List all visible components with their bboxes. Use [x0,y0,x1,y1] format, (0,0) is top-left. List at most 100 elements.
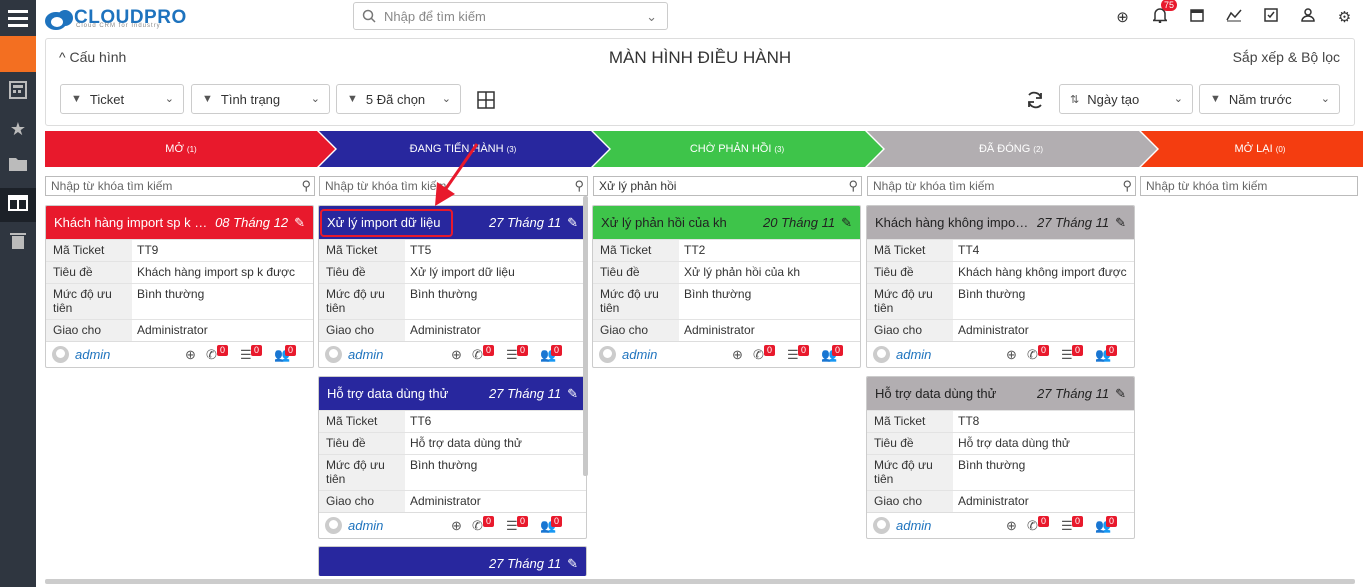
checklist-icon[interactable]: ☰ 0 [240,345,263,363]
card-footer: admin ⊕ ✆ 0 ☰ 0 👥 0 [867,512,1134,538]
card-header[interactable]: Hỗ trợ data dùng thử 27 Tháng 11 ✎ [319,377,586,410]
column-search-input[interactable]: Nhập từ khóa tìm kiếm [1140,176,1358,196]
pencil-icon[interactable]: ✎ [1115,386,1126,402]
pencil-icon[interactable]: ✎ [567,386,578,402]
users-icon[interactable]: 👥 0 [1095,345,1118,363]
add-circle-icon[interactable]: ⊕ [1006,518,1017,534]
checklist-icon[interactable]: ☰ 0 [506,345,529,363]
checklist-icon[interactable]: ☰ 0 [787,345,810,363]
stage-closed[interactable]: ĐÃ ĐÓNG (2) [883,131,1139,167]
filter-icon: ▼ [202,93,213,105]
search-placeholder: Nhập để tìm kiếm [384,8,486,24]
grid-layout-icon[interactable] [477,91,495,112]
ticket-card[interactable]: Khách hàng không import được27 Tháng 11✎… [866,205,1135,368]
user-icon[interactable] [1289,8,1326,26]
global-search-input[interactable]: Nhập để tìm kiếm ⌄ [353,2,668,30]
add-circle-icon[interactable]: ⊕ [732,347,743,363]
pencil-icon[interactable]: ✎ [1115,215,1126,231]
status-filter-select[interactable]: ▼ Tình trạng ⌄ [191,84,330,114]
ticket-card[interactable]: Hỗ trợ data dùng thử 27 Tháng 11 ✎ Mã Tick… [866,376,1135,539]
phone-icon[interactable]: ✆ 0 [753,345,776,363]
phone-icon[interactable]: ✆ 0 [1027,345,1050,363]
card-footer: admin ⊕ ✆ 0 ☰ 0 👥 0 [319,341,586,367]
sort-filter-link[interactable]: Sắp xếp & Bộ lọc [1233,49,1340,65]
hamburger-menu-icon[interactable] [0,0,36,36]
checklist-icon[interactable]: ☰ 0 [1061,516,1084,534]
highlight-box [320,209,453,237]
add-circle-icon[interactable]: ⊕ [1104,8,1141,26]
avatar [873,517,890,534]
ticket-card[interactable]: Hỗ trợ data dùng thử 27 Tháng 11 ✎ Mã Tick… [318,376,587,539]
users-icon[interactable]: 👥 0 [540,516,563,534]
stage-reopened[interactable]: MỞ LẠI (0) [1157,131,1363,167]
phone-icon[interactable]: ✆ 0 [206,345,229,363]
logo-subtitle: Cloud CRM for Industry [76,23,161,29]
chevron-down-icon: ⌄ [310,93,320,105]
stage-open[interactable]: MỞ (1) [45,131,317,167]
sort-field-select[interactable]: ⇅ Ngày tạo ⌄ [1059,84,1193,114]
users-icon[interactable]: 👥 0 [540,345,563,363]
sort-icon: ⇅ [1070,93,1080,106]
cloud-logo-icon [44,7,74,30]
card-header[interactable]: Hỗ trợ data dùng thử 27 Tháng 11 ✎ [867,377,1134,410]
card-footer: admin ⊕ ✆ 0 ☰ 0 👥 0 [319,512,586,538]
kanban-icon[interactable] [7,194,29,216]
phone-icon[interactable]: ✆ 0 [472,516,495,534]
column-search-input[interactable]: Nhập từ khóa tìm kiếm ⚲ [867,176,1136,196]
card-header[interactable]: Khách hàng import sp k được 08 Tháng 12 ✎ [46,206,313,239]
card-header[interactable]: 27 Tháng 11 ✎ [319,547,586,576]
control-panel: ^ Cấu hình MÀN HÌNH ĐIỀU HÀNH Sắp xếp & … [45,38,1355,126]
ticket-card[interactable]: 27 Tháng 11 ✎ [318,546,587,576]
star-icon[interactable]: ★ [7,118,29,140]
module-filter-select[interactable]: ▼ Ticket ⌄ [60,84,184,114]
folder-icon[interactable] [7,155,29,177]
card-header[interactable]: Xử lý phản hồi của kh 20 Tháng 11 ✎ [593,206,860,239]
annotation-arrow-icon [435,143,479,206]
calendar-icon[interactable] [1178,8,1215,26]
checklist-icon[interactable]: ☰ 0 [1061,345,1084,363]
column-search-input[interactable]: Nhập từ khóa tìm kiếm ⚲ [45,176,315,196]
users-icon[interactable]: 👥 0 [821,345,844,363]
pencil-icon[interactable]: ✎ [567,215,578,231]
trash-icon[interactable] [7,232,29,254]
checklist-icon[interactable]: ☰ 0 [506,516,529,534]
column-search-input[interactable]: Xử lý phản hồi ⚲ [593,176,862,196]
horizontal-scrollbar[interactable] [45,579,1355,584]
vertical-scrollbar[interactable] [583,196,588,476]
avatar [52,346,69,363]
calculator-icon[interactable] [7,80,29,102]
add-circle-icon[interactable]: ⊕ [185,347,196,363]
phone-icon[interactable]: ✆ 0 [472,345,495,363]
chart-icon[interactable] [1215,8,1252,26]
bell-icon[interactable]: 75 [1141,0,1178,27]
page-title: MÀN HÌNH ĐIỀU HÀNH [608,48,792,67]
card-footer: admin ⊕ ✆ 0 ☰ 0 👥 0 [593,341,860,367]
users-icon[interactable]: 👥 0 [1095,516,1118,534]
ticket-card[interactable]: Khách hàng import sp k được 08 Tháng 12 ✎ … [45,205,314,368]
stage-waiting-reply[interactable]: CHỜ PHẢN HỒI (3) [609,131,865,167]
pencil-icon[interactable]: ✎ [567,556,578,572]
refresh-icon[interactable] [1025,90,1045,113]
users-icon[interactable]: 👥 0 [274,345,297,363]
phone-icon[interactable]: ✆ 0 [1027,516,1050,534]
task-check-icon[interactable] [1252,8,1289,26]
add-circle-icon[interactable]: ⊕ [1006,347,1017,363]
period-filter-select[interactable]: ▼ Năm trước ⌄ [1199,84,1340,114]
avatar [325,517,342,534]
add-circle-icon[interactable]: ⊕ [451,347,462,363]
pencil-icon[interactable]: ✎ [294,215,305,231]
gear-icon[interactable]: ⚙ [1326,8,1363,26]
search-icon: ⚲ [1122,178,1132,193]
ticket-card[interactable]: Xử lý phản hồi của kh 20 Tháng 11 ✎ Mã Tic… [592,205,861,368]
filter-icon: ▼ [71,93,82,105]
search-icon: ⚲ [848,178,858,193]
card-header[interactable]: Khách hàng không import được27 Tháng 11✎ [867,206,1134,239]
avatar [873,346,890,363]
search-icon: ⚲ [301,178,311,193]
pencil-icon[interactable]: ✎ [841,215,852,231]
add-circle-icon[interactable]: ⊕ [451,518,462,534]
chevron-down-icon: ⌄ [164,93,174,105]
chevron-down-icon: ⌄ [1320,93,1330,105]
selected-values-select[interactable]: ▼ 5 Đã chọn ⌄ [336,84,461,114]
top-icons: ⊕ 75 ⚙ [1104,0,1363,34]
